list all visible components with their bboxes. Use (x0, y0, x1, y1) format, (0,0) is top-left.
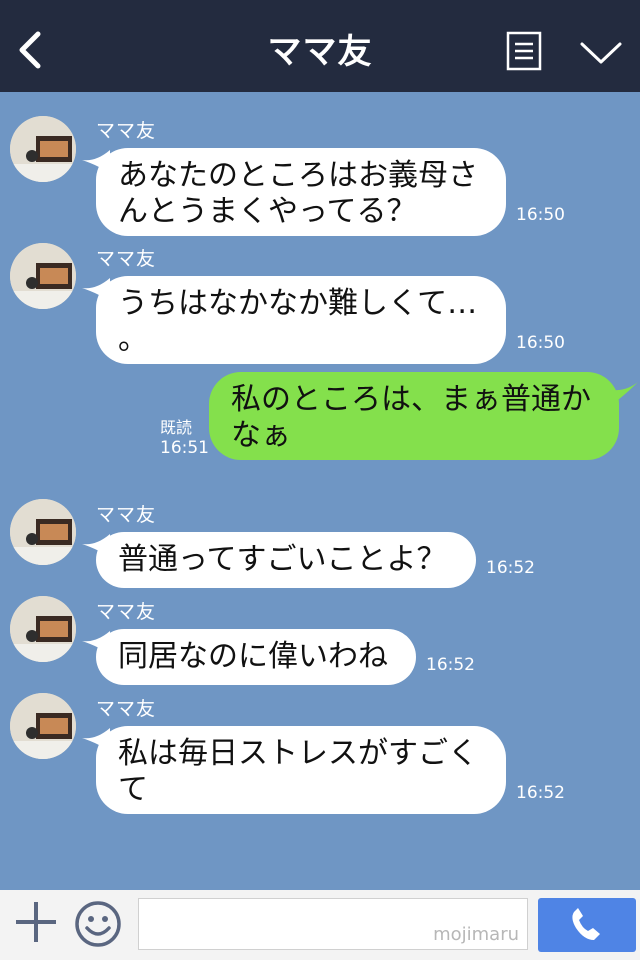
message-time: 16:52 (486, 558, 535, 578)
avatar-photo-icon (10, 693, 76, 759)
message-time: 16:52 (516, 783, 565, 803)
message-time: 16:51 (160, 438, 209, 458)
message-bubble[interactable]: 私は毎日ストレスがすごく て (96, 726, 506, 814)
sender-name: ママ友 (96, 248, 157, 270)
message-bubble-outgoing[interactable]: 私のところは、まぁ普通か なぁ (209, 372, 619, 460)
avatar[interactable] (10, 693, 76, 759)
message-line: んとうまくやってる？ (118, 194, 417, 229)
message-bubble[interactable]: うちはなかなか難しくて… 。 (96, 276, 506, 364)
chat-title: ママ友 (267, 32, 373, 72)
message-bubble[interactable]: 普通ってすごいことよ？ (96, 532, 476, 588)
sender-name: ママ友 (96, 120, 157, 142)
message-line: 同居なのに偉いわね (118, 639, 388, 674)
message-time: 16:50 (516, 333, 565, 353)
message-line: 。 (118, 322, 148, 357)
message-line: なぁ (231, 418, 291, 453)
bubble-tail (608, 382, 638, 406)
message-line: て (118, 772, 148, 807)
watermark: mojimaru (433, 924, 519, 945)
avatar-photo-icon (10, 243, 76, 309)
chevron-down-icon[interactable] (578, 38, 624, 68)
plus-icon[interactable] (14, 900, 58, 944)
avatar-photo-icon (10, 499, 76, 565)
avatar[interactable] (10, 596, 76, 662)
call-button[interactable] (538, 898, 636, 952)
message-line: 私のところは、まぁ普通か (231, 382, 591, 417)
phone-icon (572, 908, 600, 940)
read-receipt: 既読 (160, 418, 193, 437)
chat-header: ママ友 (0, 0, 640, 92)
message-line: 私は毎日ストレスがすごく (118, 736, 478, 771)
message-time: 16:50 (516, 205, 565, 225)
avatar[interactable] (10, 499, 76, 565)
sender-name: ママ友 (96, 504, 157, 526)
message-bubble[interactable]: 同居なのに偉いわね (96, 629, 416, 685)
message-line: 普通ってすごいことよ？ (118, 542, 447, 577)
avatar[interactable] (10, 116, 76, 182)
message-bubble[interactable]: あなたのところはお義母さ んとうまくやってる？ (96, 148, 506, 236)
message-time: 16:52 (426, 655, 475, 675)
message-line: うちはなかなか難しくて… (118, 286, 478, 321)
smiley-icon[interactable] (74, 900, 122, 948)
message-line: あなたのところはお義母さ (118, 158, 478, 193)
message-input[interactable]: mojimaru (138, 898, 528, 950)
avatar-photo-icon (10, 596, 76, 662)
avatar-photo-icon (10, 116, 76, 182)
sender-name: ママ友 (96, 698, 157, 720)
avatar[interactable] (10, 243, 76, 309)
sender-name: ママ友 (96, 601, 157, 623)
list-icon[interactable] (506, 31, 542, 71)
